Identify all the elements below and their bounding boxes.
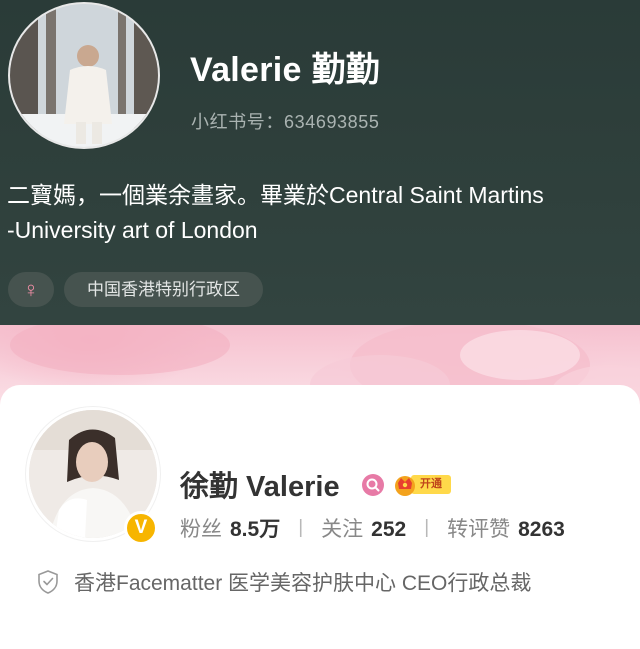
xhs-avatar[interactable] bbox=[8, 2, 160, 149]
vip-open-label: 开通 bbox=[411, 475, 451, 494]
stat-divider: | bbox=[424, 517, 430, 538]
weibo-username: 徐勤 Valerie bbox=[180, 471, 340, 503]
stats-row: 粉丝 8.5万 | 关注 252 | 转评赞 8263 bbox=[180, 513, 565, 543]
stat-divider: | bbox=[298, 517, 304, 538]
following-stat[interactable]: 关注 252 bbox=[321, 513, 406, 543]
profile-card: V 徐勤 Valerie 开通 粉丝 8.5万 | 关注 252 | 转评赞 8… bbox=[0, 385, 640, 649]
xhs-bio-line-1: 二寶媽，一個業余畫家。畢業於Central Saint Martins bbox=[7, 182, 544, 208]
search-badge-icon[interactable] bbox=[362, 474, 384, 496]
vip-crown-icon bbox=[395, 476, 415, 496]
xhs-avatar-image bbox=[10, 4, 158, 147]
engagement-stat[interactable]: 转评赞 8263 bbox=[447, 513, 565, 543]
engagement-count: 8263 bbox=[518, 518, 565, 541]
xhs-profile-header: Valerie 勤勤 小红书号：634693855 二寶媽，一個業余畫家。畢業於… bbox=[0, 0, 640, 325]
engagement-label: 转评赞 bbox=[447, 518, 511, 541]
female-icon: ♀ bbox=[22, 277, 40, 302]
following-count: 252 bbox=[371, 518, 407, 541]
followers-label: 粉丝 bbox=[180, 518, 222, 541]
vip-badge[interactable]: 开通 bbox=[393, 471, 451, 497]
followers-count: 8.5万 bbox=[230, 518, 281, 541]
gender-tag[interactable]: ♀ bbox=[8, 272, 54, 307]
xhs-id[interactable]: 小红书号：634693855 bbox=[191, 108, 380, 134]
shield-check-icon bbox=[38, 570, 58, 594]
following-label: 关注 bbox=[321, 518, 364, 541]
xhs-bio: 二寶媽，一個業余畫家。畢業於Central Saint Martins -Uni… bbox=[7, 178, 633, 248]
verified-badge-icon: V bbox=[124, 511, 158, 545]
weibo-profile: V 徐勤 Valerie 开通 粉丝 8.5万 | 关注 252 | 转评赞 8… bbox=[0, 325, 640, 649]
verification-text: 香港Facematter 医学美容护肤中心 CEO行政总裁 bbox=[74, 572, 532, 595]
followers-stat[interactable]: 粉丝 8.5万 bbox=[180, 513, 280, 543]
xhs-username: Valerie 勤勤 bbox=[190, 51, 381, 89]
verification-info: 香港Facematter 医学美容护肤中心 CEO行政总裁 bbox=[36, 568, 531, 596]
xhs-bio-line-2: -University art of London bbox=[7, 217, 258, 243]
region-tag[interactable]: 中国香港特别行政区 bbox=[64, 272, 263, 307]
